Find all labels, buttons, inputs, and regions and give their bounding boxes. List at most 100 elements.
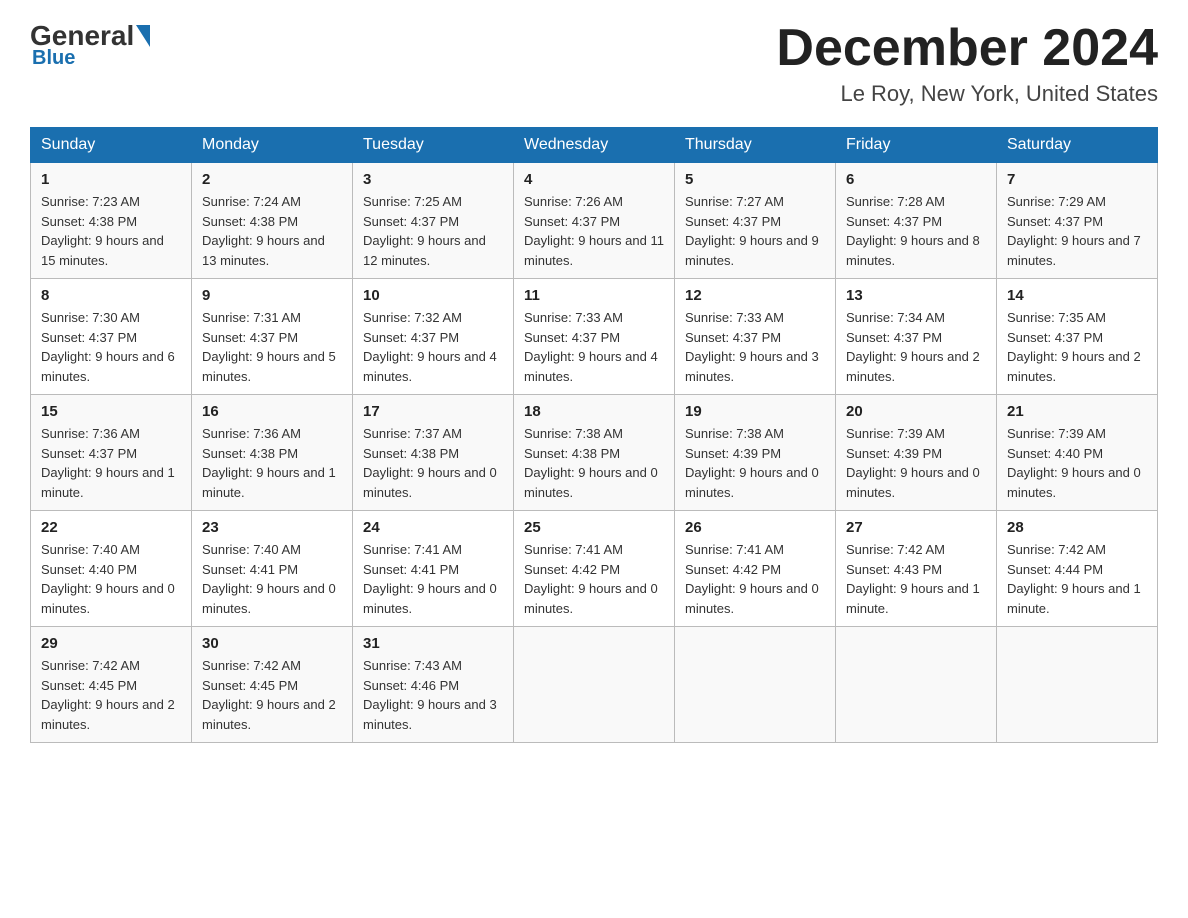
table-row: 26 Sunrise: 7:41 AMSunset: 4:42 PMDaylig…	[675, 511, 836, 627]
table-row: 27 Sunrise: 7:42 AMSunset: 4:43 PMDaylig…	[836, 511, 997, 627]
header: General Blue December 2024 Le Roy, New Y…	[30, 20, 1158, 107]
day-of-week-header: Tuesday	[353, 128, 514, 163]
table-row: 31 Sunrise: 7:43 AMSunset: 4:46 PMDaylig…	[353, 627, 514, 743]
logo-blue-text: Blue	[32, 47, 75, 70]
table-row: 19 Sunrise: 7:38 AMSunset: 4:39 PMDaylig…	[675, 395, 836, 511]
day-info: Sunrise: 7:42 AMSunset: 4:45 PMDaylight:…	[41, 658, 175, 732]
table-row: 14 Sunrise: 7:35 AMSunset: 4:37 PMDaylig…	[997, 279, 1158, 395]
table-row: 17 Sunrise: 7:37 AMSunset: 4:38 PMDaylig…	[353, 395, 514, 511]
day-number: 24	[363, 519, 503, 536]
day-info: Sunrise: 7:38 AMSunset: 4:39 PMDaylight:…	[685, 426, 819, 500]
day-number: 23	[202, 519, 342, 536]
day-info: Sunrise: 7:25 AMSunset: 4:37 PMDaylight:…	[363, 194, 486, 268]
month-title: December 2024	[776, 20, 1158, 77]
day-number: 17	[363, 403, 503, 420]
day-number: 19	[685, 403, 825, 420]
day-info: Sunrise: 7:40 AMSunset: 4:40 PMDaylight:…	[41, 542, 175, 616]
table-row: 12 Sunrise: 7:33 AMSunset: 4:37 PMDaylig…	[675, 279, 836, 395]
day-info: Sunrise: 7:24 AMSunset: 4:38 PMDaylight:…	[202, 194, 325, 268]
table-row: 18 Sunrise: 7:38 AMSunset: 4:38 PMDaylig…	[514, 395, 675, 511]
table-row: 13 Sunrise: 7:34 AMSunset: 4:37 PMDaylig…	[836, 279, 997, 395]
day-number: 13	[846, 287, 986, 304]
day-info: Sunrise: 7:35 AMSunset: 4:37 PMDaylight:…	[1007, 310, 1141, 384]
calendar-table: SundayMondayTuesdayWednesdayThursdayFrid…	[30, 127, 1158, 743]
day-of-week-header: Friday	[836, 128, 997, 163]
calendar-week-row: 22 Sunrise: 7:40 AMSunset: 4:40 PMDaylig…	[31, 511, 1158, 627]
day-number: 15	[41, 403, 181, 420]
table-row: 2 Sunrise: 7:24 AMSunset: 4:38 PMDayligh…	[192, 163, 353, 279]
calendar-week-row: 1 Sunrise: 7:23 AMSunset: 4:38 PMDayligh…	[31, 163, 1158, 279]
calendar-week-row: 29 Sunrise: 7:42 AMSunset: 4:45 PMDaylig…	[31, 627, 1158, 743]
table-row	[997, 627, 1158, 743]
day-of-week-header: Monday	[192, 128, 353, 163]
day-number: 21	[1007, 403, 1147, 420]
day-number: 25	[524, 519, 664, 536]
day-info: Sunrise: 7:41 AMSunset: 4:41 PMDaylight:…	[363, 542, 497, 616]
day-info: Sunrise: 7:36 AMSunset: 4:38 PMDaylight:…	[202, 426, 336, 500]
day-of-week-header: Wednesday	[514, 128, 675, 163]
day-number: 29	[41, 635, 181, 652]
day-info: Sunrise: 7:23 AMSunset: 4:38 PMDaylight:…	[41, 194, 164, 268]
calendar-week-row: 8 Sunrise: 7:30 AMSunset: 4:37 PMDayligh…	[31, 279, 1158, 395]
table-row: 9 Sunrise: 7:31 AMSunset: 4:37 PMDayligh…	[192, 279, 353, 395]
day-info: Sunrise: 7:31 AMSunset: 4:37 PMDaylight:…	[202, 310, 336, 384]
table-row: 11 Sunrise: 7:33 AMSunset: 4:37 PMDaylig…	[514, 279, 675, 395]
calendar-week-row: 15 Sunrise: 7:36 AMSunset: 4:37 PMDaylig…	[31, 395, 1158, 511]
day-number: 12	[685, 287, 825, 304]
day-number: 31	[363, 635, 503, 652]
table-row: 6 Sunrise: 7:28 AMSunset: 4:37 PMDayligh…	[836, 163, 997, 279]
day-number: 9	[202, 287, 342, 304]
day-info: Sunrise: 7:33 AMSunset: 4:37 PMDaylight:…	[524, 310, 658, 384]
table-row: 4 Sunrise: 7:26 AMSunset: 4:37 PMDayligh…	[514, 163, 675, 279]
day-info: Sunrise: 7:39 AMSunset: 4:40 PMDaylight:…	[1007, 426, 1141, 500]
day-number: 11	[524, 287, 664, 304]
table-row: 15 Sunrise: 7:36 AMSunset: 4:37 PMDaylig…	[31, 395, 192, 511]
day-number: 14	[1007, 287, 1147, 304]
day-of-week-header: Thursday	[675, 128, 836, 163]
table-row	[836, 627, 997, 743]
table-row: 25 Sunrise: 7:41 AMSunset: 4:42 PMDaylig…	[514, 511, 675, 627]
day-number: 10	[363, 287, 503, 304]
table-row: 30 Sunrise: 7:42 AMSunset: 4:45 PMDaylig…	[192, 627, 353, 743]
logo-triangle-icon	[136, 25, 150, 47]
day-info: Sunrise: 7:26 AMSunset: 4:37 PMDaylight:…	[524, 194, 664, 268]
table-row: 5 Sunrise: 7:27 AMSunset: 4:37 PMDayligh…	[675, 163, 836, 279]
table-row: 28 Sunrise: 7:42 AMSunset: 4:44 PMDaylig…	[997, 511, 1158, 627]
day-number: 1	[41, 171, 181, 188]
table-row: 21 Sunrise: 7:39 AMSunset: 4:40 PMDaylig…	[997, 395, 1158, 511]
day-info: Sunrise: 7:42 AMSunset: 4:44 PMDaylight:…	[1007, 542, 1141, 616]
day-info: Sunrise: 7:32 AMSunset: 4:37 PMDaylight:…	[363, 310, 497, 384]
day-number: 8	[41, 287, 181, 304]
table-row: 1 Sunrise: 7:23 AMSunset: 4:38 PMDayligh…	[31, 163, 192, 279]
day-number: 5	[685, 171, 825, 188]
day-number: 27	[846, 519, 986, 536]
table-row: 20 Sunrise: 7:39 AMSunset: 4:39 PMDaylig…	[836, 395, 997, 511]
table-row	[675, 627, 836, 743]
table-row: 7 Sunrise: 7:29 AMSunset: 4:37 PMDayligh…	[997, 163, 1158, 279]
day-number: 30	[202, 635, 342, 652]
table-row: 3 Sunrise: 7:25 AMSunset: 4:37 PMDayligh…	[353, 163, 514, 279]
table-row: 10 Sunrise: 7:32 AMSunset: 4:37 PMDaylig…	[353, 279, 514, 395]
day-info: Sunrise: 7:36 AMSunset: 4:37 PMDaylight:…	[41, 426, 175, 500]
day-of-week-header: Sunday	[31, 128, 192, 163]
day-info: Sunrise: 7:37 AMSunset: 4:38 PMDaylight:…	[363, 426, 497, 500]
day-info: Sunrise: 7:38 AMSunset: 4:38 PMDaylight:…	[524, 426, 658, 500]
logo: General Blue	[30, 20, 152, 70]
day-info: Sunrise: 7:27 AMSunset: 4:37 PMDaylight:…	[685, 194, 819, 268]
day-info: Sunrise: 7:28 AMSunset: 4:37 PMDaylight:…	[846, 194, 980, 268]
day-number: 18	[524, 403, 664, 420]
day-info: Sunrise: 7:40 AMSunset: 4:41 PMDaylight:…	[202, 542, 336, 616]
day-info: Sunrise: 7:39 AMSunset: 4:39 PMDaylight:…	[846, 426, 980, 500]
day-info: Sunrise: 7:43 AMSunset: 4:46 PMDaylight:…	[363, 658, 497, 732]
title-area: December 2024 Le Roy, New York, United S…	[776, 20, 1158, 107]
day-info: Sunrise: 7:34 AMSunset: 4:37 PMDaylight:…	[846, 310, 980, 384]
day-number: 2	[202, 171, 342, 188]
table-row	[514, 627, 675, 743]
table-row: 24 Sunrise: 7:41 AMSunset: 4:41 PMDaylig…	[353, 511, 514, 627]
day-info: Sunrise: 7:41 AMSunset: 4:42 PMDaylight:…	[685, 542, 819, 616]
day-info: Sunrise: 7:42 AMSunset: 4:45 PMDaylight:…	[202, 658, 336, 732]
day-info: Sunrise: 7:42 AMSunset: 4:43 PMDaylight:…	[846, 542, 980, 616]
day-info: Sunrise: 7:29 AMSunset: 4:37 PMDaylight:…	[1007, 194, 1141, 268]
day-number: 16	[202, 403, 342, 420]
table-row: 29 Sunrise: 7:42 AMSunset: 4:45 PMDaylig…	[31, 627, 192, 743]
